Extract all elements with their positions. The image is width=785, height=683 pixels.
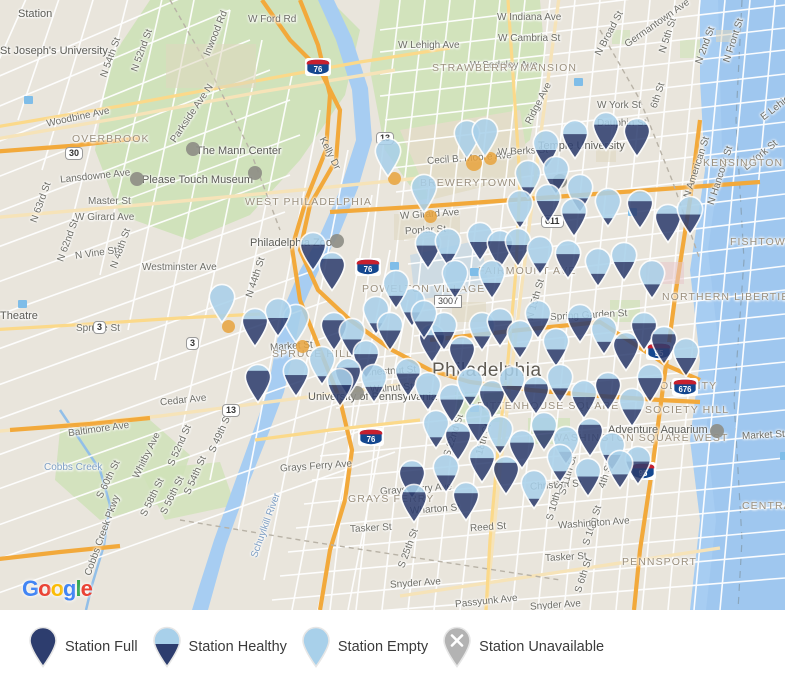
station-marker[interactable] <box>637 259 667 300</box>
station-marker[interactable] <box>591 111 621 152</box>
svg-text:76: 76 <box>367 435 376 444</box>
station-marker[interactable] <box>409 299 439 340</box>
station-marker[interactable] <box>207 283 237 324</box>
station-marker[interactable] <box>381 269 411 310</box>
station-marker[interactable] <box>440 259 470 300</box>
station-marker[interactable] <box>622 117 652 158</box>
station-marker[interactable] <box>317 251 347 292</box>
map-transit-icon <box>780 452 785 460</box>
map-legend: Station Full Station Healthy Station Emp… <box>0 610 785 683</box>
station-marker[interactable] <box>593 187 623 228</box>
station-marker[interactable] <box>467 443 497 484</box>
map-poi-icon <box>186 142 200 156</box>
interstate-shield-icon: 76 <box>305 58 331 76</box>
legend-label-station-empty: Station Empty <box>337 638 429 655</box>
station-marker[interactable] <box>373 137 403 178</box>
interstate-shield-icon: 676 <box>672 378 698 396</box>
station-marker[interactable] <box>505 189 535 230</box>
google-logo: Google <box>22 576 93 601</box>
map-transit-icon <box>18 300 27 308</box>
us-route-shield-icon: 3 <box>93 321 107 334</box>
legend-label-station-unavailable: Station Unavailable <box>479 638 605 655</box>
pin-unavailable-icon <box>442 626 472 668</box>
pin-full-icon <box>28 626 58 668</box>
station-marker[interactable] <box>263 297 293 338</box>
station-marker[interactable] <box>675 195 705 236</box>
map-poi-icon <box>710 424 724 438</box>
station-marker[interactable] <box>559 197 589 238</box>
station-marker[interactable] <box>671 337 701 378</box>
station-marker[interactable] <box>545 443 575 484</box>
legend-label-station-healthy: Station Healthy <box>188 638 287 655</box>
map-transit-icon <box>24 96 33 104</box>
station-marker[interactable] <box>409 173 439 214</box>
map-poi-icon <box>330 234 344 248</box>
svg-text:76: 76 <box>364 265 373 274</box>
station-marker[interactable] <box>553 239 583 280</box>
station-marker[interactable] <box>609 241 639 282</box>
station-marker[interactable] <box>573 457 603 498</box>
svg-text:76: 76 <box>314 65 323 74</box>
map-transit-icon <box>574 78 583 86</box>
station-marker[interactable] <box>605 449 635 490</box>
station-marker[interactable] <box>560 119 590 160</box>
station-marker[interactable] <box>470 117 500 158</box>
station-marker[interactable] <box>325 367 355 408</box>
station-marker[interactable] <box>625 189 655 230</box>
station-marker[interactable] <box>243 363 273 404</box>
legend-item-station-full: Station Full <box>28 626 138 668</box>
interstate-shield-icon: 76 <box>355 258 381 276</box>
map-poi-icon <box>248 166 262 180</box>
interstate-shield-icon: 76 <box>358 428 384 446</box>
us-route-shield-icon: 3 <box>186 337 200 350</box>
legend-label-station-full: Station Full <box>65 638 138 655</box>
station-marker[interactable] <box>635 363 665 404</box>
pin-healthy-icon <box>152 626 182 668</box>
station-marker[interactable] <box>359 363 389 404</box>
us-route-shield-icon: 30 <box>65 147 84 160</box>
map-viewport[interactable]: W Ford Rd W Indiana Ave N Broad St W Lehigh… <box>0 0 785 610</box>
bike-share-station-map-page: W Ford Rd W Indiana Ave N Broad St W Lehigh… <box>0 0 785 683</box>
legend-item-station-unavailable: Station Unavailable <box>442 626 604 668</box>
us-route-shield-icon: 13 <box>222 404 241 417</box>
legend-item-station-healthy: Station Healthy <box>152 626 287 668</box>
station-marker[interactable] <box>451 481 481 522</box>
svg-text:676: 676 <box>678 385 692 394</box>
pin-empty-icon <box>301 626 331 668</box>
legend-item-station-empty: Station Empty <box>301 626 428 668</box>
map-poi-icon <box>130 172 144 186</box>
station-marker[interactable] <box>525 235 555 276</box>
station-marker[interactable] <box>399 483 429 524</box>
